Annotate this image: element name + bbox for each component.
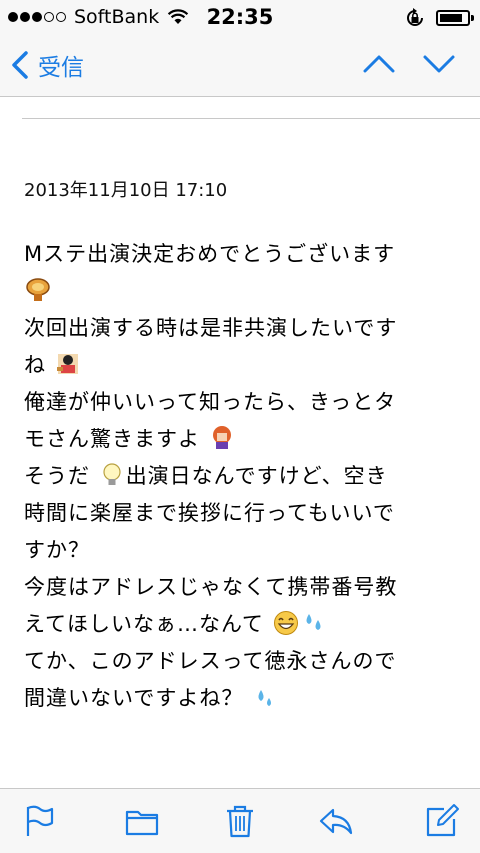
- back-button[interactable]: 受信: [10, 48, 84, 82]
- back-button-label: 受信: [38, 55, 84, 81]
- sweat-drop-emoji-icon: [258, 690, 272, 706]
- chevron-left-icon: [12, 51, 28, 79]
- message-body: Mステ出演決定おめでとうございます 次回出演する時は是非共演したいです ね 俺達…: [24, 236, 464, 717]
- message-line: 俺達が仲いいって知ったら、きっとタ: [24, 390, 397, 414]
- flag-icon[interactable]: [22, 803, 58, 839]
- character-emoji-icon: [56, 354, 78, 374]
- status-right: [404, 7, 474, 29]
- message-line: 間違いないですよね？: [24, 680, 464, 717]
- message-line: [24, 273, 464, 310]
- message-line: すか？: [24, 538, 90, 562]
- message-line: 次回出演する時は是非共演したいです: [24, 316, 398, 340]
- message-line: そうだ 出演日なんですけど、空き: [24, 463, 388, 488]
- trophy-emoji-icon: [26, 278, 50, 301]
- message-line: Mステ出演決定おめでとうございます: [24, 242, 396, 266]
- folder-icon[interactable]: [124, 803, 160, 839]
- next-message-button[interactable]: [422, 52, 456, 76]
- message-line: えてほしいなぁ…なんて: [24, 606, 464, 643]
- message-line: てか、このアドレスって徳永さんので: [24, 649, 397, 673]
- rotation-lock-icon: [407, 8, 423, 26]
- compose-icon[interactable]: [424, 803, 460, 839]
- girl-emoji-icon: [212, 426, 231, 449]
- trash-icon[interactable]: [222, 803, 258, 839]
- message-date: 2013年11月10日 17:10: [24, 180, 228, 201]
- previous-message-button[interactable]: [362, 52, 396, 76]
- lightbulb-emoji-icon: [103, 463, 121, 485]
- battery-icon: [436, 10, 474, 26]
- header-divider: [22, 118, 480, 119]
- message-line: 時間に楽屋まで挨拶に行ってもいいで: [24, 501, 395, 525]
- smile-emoji-icon: [273, 611, 298, 635]
- message-line: モさん驚きますよ: [24, 421, 464, 458]
- navigation-bar: 受信: [0, 36, 480, 97]
- status-bar: SoftBank 22:35: [0, 0, 480, 36]
- reply-icon[interactable]: [318, 803, 354, 839]
- message-line: ね: [24, 347, 464, 384]
- battery-fill: [440, 14, 463, 22]
- message-line: 今度はアドレスじゃなくて携帯番号教: [24, 575, 398, 599]
- bottom-toolbar: [0, 788, 480, 853]
- sweat-drops-emoji-icon: [306, 614, 321, 630]
